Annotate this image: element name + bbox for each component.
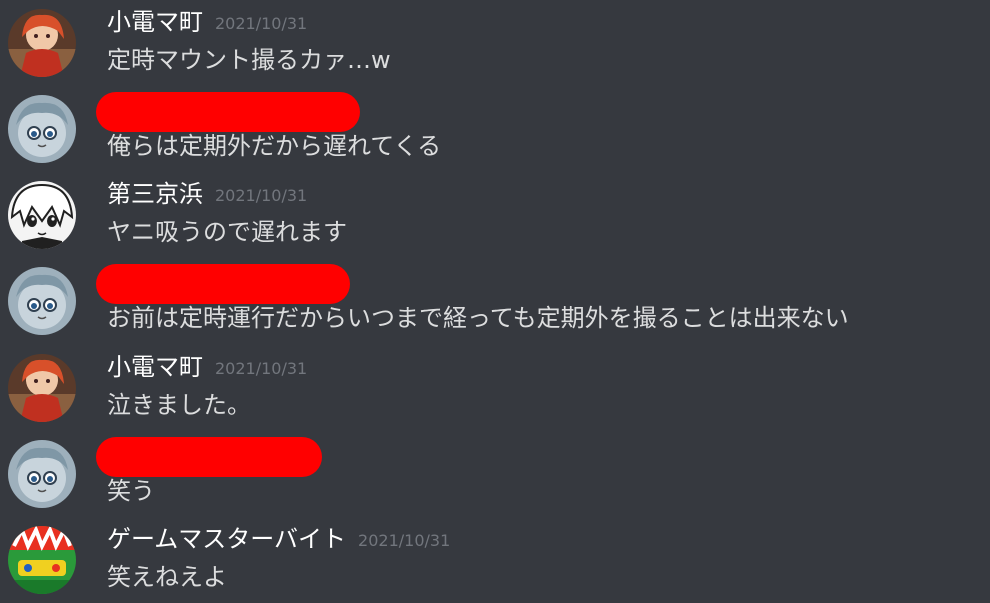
anime-character-blue-avatar — [8, 95, 76, 163]
message-header: ゲームマスターバイト 2021/10/31 — [107, 524, 450, 556]
message-header: 第三京浜 2021/10/31 — [107, 179, 307, 211]
anime-character-monochrome-avatar — [8, 181, 76, 249]
chat-message: ゲームマスターバイト 2021/10/31 笑えねえよ — [0, 517, 990, 603]
message-header: 小電マ町 2021/10/31 — [107, 352, 307, 384]
message-text: お前は定時運行だからいつまで経っても定期外を撮ることは出来ない — [107, 304, 849, 332]
message-timestamp: 2021/10/31 — [215, 359, 308, 378]
user-avatar[interactable] — [8, 267, 76, 335]
anime-girl-red-avatar — [8, 9, 76, 77]
username[interactable]: 小電マ町 — [107, 8, 203, 36]
chat-message: お前は定時運行だからいつまで経っても定期外を撮ることは出来ない — [0, 258, 990, 344]
message-text: 笑う — [107, 477, 155, 505]
message-text: 笑えねえよ — [107, 563, 227, 591]
message-header: 小電マ町 2021/10/31 — [107, 7, 307, 39]
user-avatar[interactable] — [8, 181, 76, 249]
message-text: ヤニ吸うので遅れます — [107, 218, 347, 246]
user-avatar[interactable] — [8, 354, 76, 422]
user-avatar[interactable] — [8, 9, 76, 77]
anime-character-blue-avatar — [8, 440, 76, 508]
chat-message: 小電マ町 2021/10/31 泣きました。 — [0, 345, 990, 431]
chat-message: 小電マ町 2021/10/31 定時マウント撮るカァ…w — [0, 0, 990, 86]
redaction-mark — [96, 264, 350, 304]
message-text: 俺らは定期外だから遅れてくる — [107, 132, 442, 160]
user-avatar[interactable] — [8, 526, 76, 594]
redaction-mark — [96, 437, 322, 477]
chat-message: 俺らは定期外だから遅れてくる — [0, 86, 990, 172]
message-timestamp: 2021/10/31 — [215, 14, 308, 33]
chat-message: 第三京浜 2021/10/31 ヤニ吸うので遅れます — [0, 172, 990, 258]
colorful-logo-avatar — [8, 526, 76, 594]
user-avatar[interactable] — [8, 440, 76, 508]
message-timestamp: 2021/10/31 — [215, 186, 308, 205]
anime-character-blue-avatar — [8, 267, 76, 335]
username[interactable]: 第三京浜 — [107, 180, 203, 208]
message-text: 泣きました。 — [107, 391, 251, 419]
anime-girl-red-avatar — [8, 354, 76, 422]
message-timestamp: 2021/10/31 — [358, 531, 451, 550]
username[interactable]: ゲームマスターバイト — [107, 525, 346, 553]
username[interactable]: 小電マ町 — [107, 353, 203, 381]
user-avatar[interactable] — [8, 95, 76, 163]
message-text: 定時マウント撮るカァ…w — [107, 46, 391, 74]
redaction-mark — [96, 92, 360, 132]
chat-message: 笑う — [0, 431, 990, 517]
